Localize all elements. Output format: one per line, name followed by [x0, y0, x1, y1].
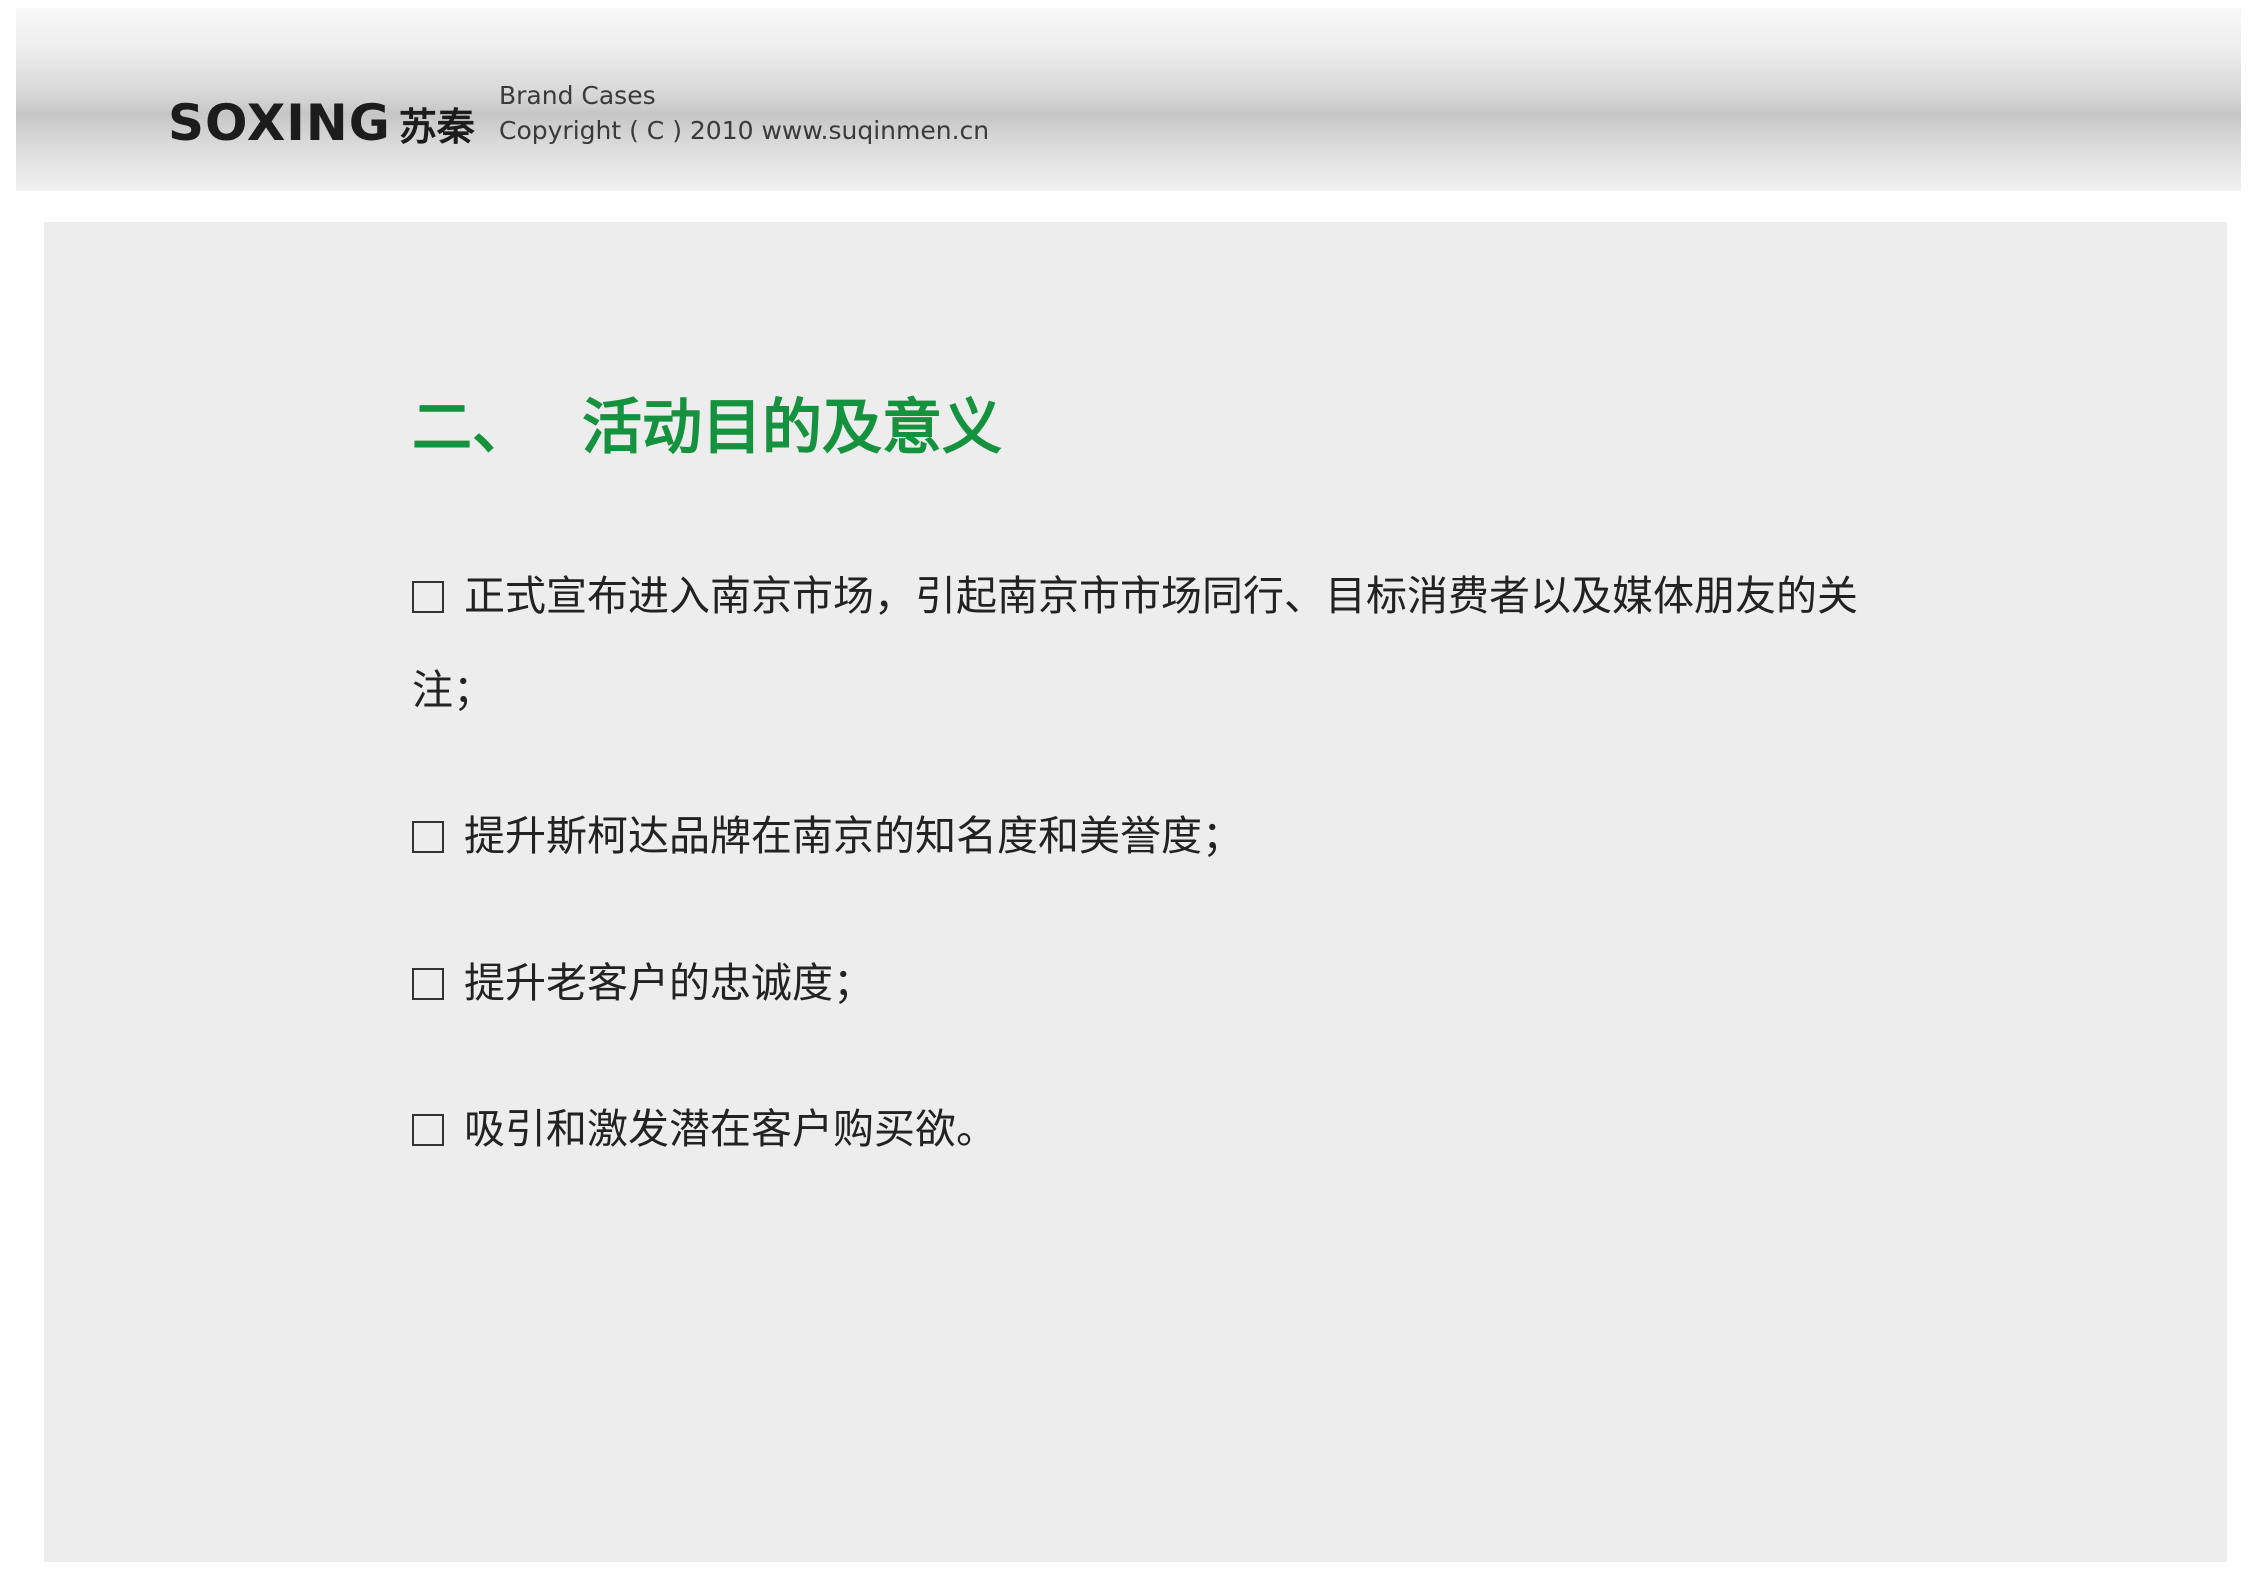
checkbox-square-icon: [412, 968, 444, 1000]
bullet-text: 提升老客户的忠诚度；: [464, 959, 874, 1007]
checkbox-square-icon: [412, 1114, 444, 1146]
bullet-text: 提升斯柯达品牌在南京的知名度和美誉度；: [464, 812, 1243, 860]
logo-latin-text: SOXING: [168, 94, 391, 152]
bullet-item: 提升老客户的忠诚度；: [412, 936, 1882, 1030]
logo-chinese-text: 苏秦: [398, 105, 475, 149]
brand-logo: SOXING 苏秦: [168, 68, 475, 148]
checkbox-square-icon: [412, 581, 444, 613]
section-heading: 活动目的及意义: [582, 393, 1002, 463]
header-copyright: Copyright ( C ) 2010 www.suqinmen.cn: [499, 116, 990, 145]
section-title: 二、 活动目的及意义: [412, 398, 1002, 458]
header-brand-cases: Brand Cases: [499, 81, 656, 110]
bullet-text: 正式宣布进入南京市场，引起南京市市场同行、目标消费者以及媒体朋友的关注；: [412, 572, 1858, 714]
bullet-item: 提升斯柯达品牌在南京的知名度和美誉度；: [412, 789, 1882, 883]
bullet-text: 吸引和激发潜在客户购买欲。: [464, 1105, 997, 1153]
bullet-item: 吸引和激发潜在客户购买欲。: [412, 1082, 1882, 1176]
header-caption: Brand Cases Copyright ( C ) 2010 www.suq…: [499, 78, 989, 148]
content-panel: [44, 222, 2227, 1562]
checkbox-square-icon: [412, 821, 444, 853]
header-band: SOXING 苏秦 Brand Cases Copyright ( C ) 20…: [16, 8, 2241, 191]
section-number: 二、: [412, 393, 532, 463]
bullet-item: 正式宣布进入南京市场，引起南京市市场同行、目标消费者以及媒体朋友的关注；: [412, 549, 1882, 737]
slide-page: SOXING 苏秦 Brand Cases Copyright ( C ) 20…: [0, 0, 2252, 1594]
